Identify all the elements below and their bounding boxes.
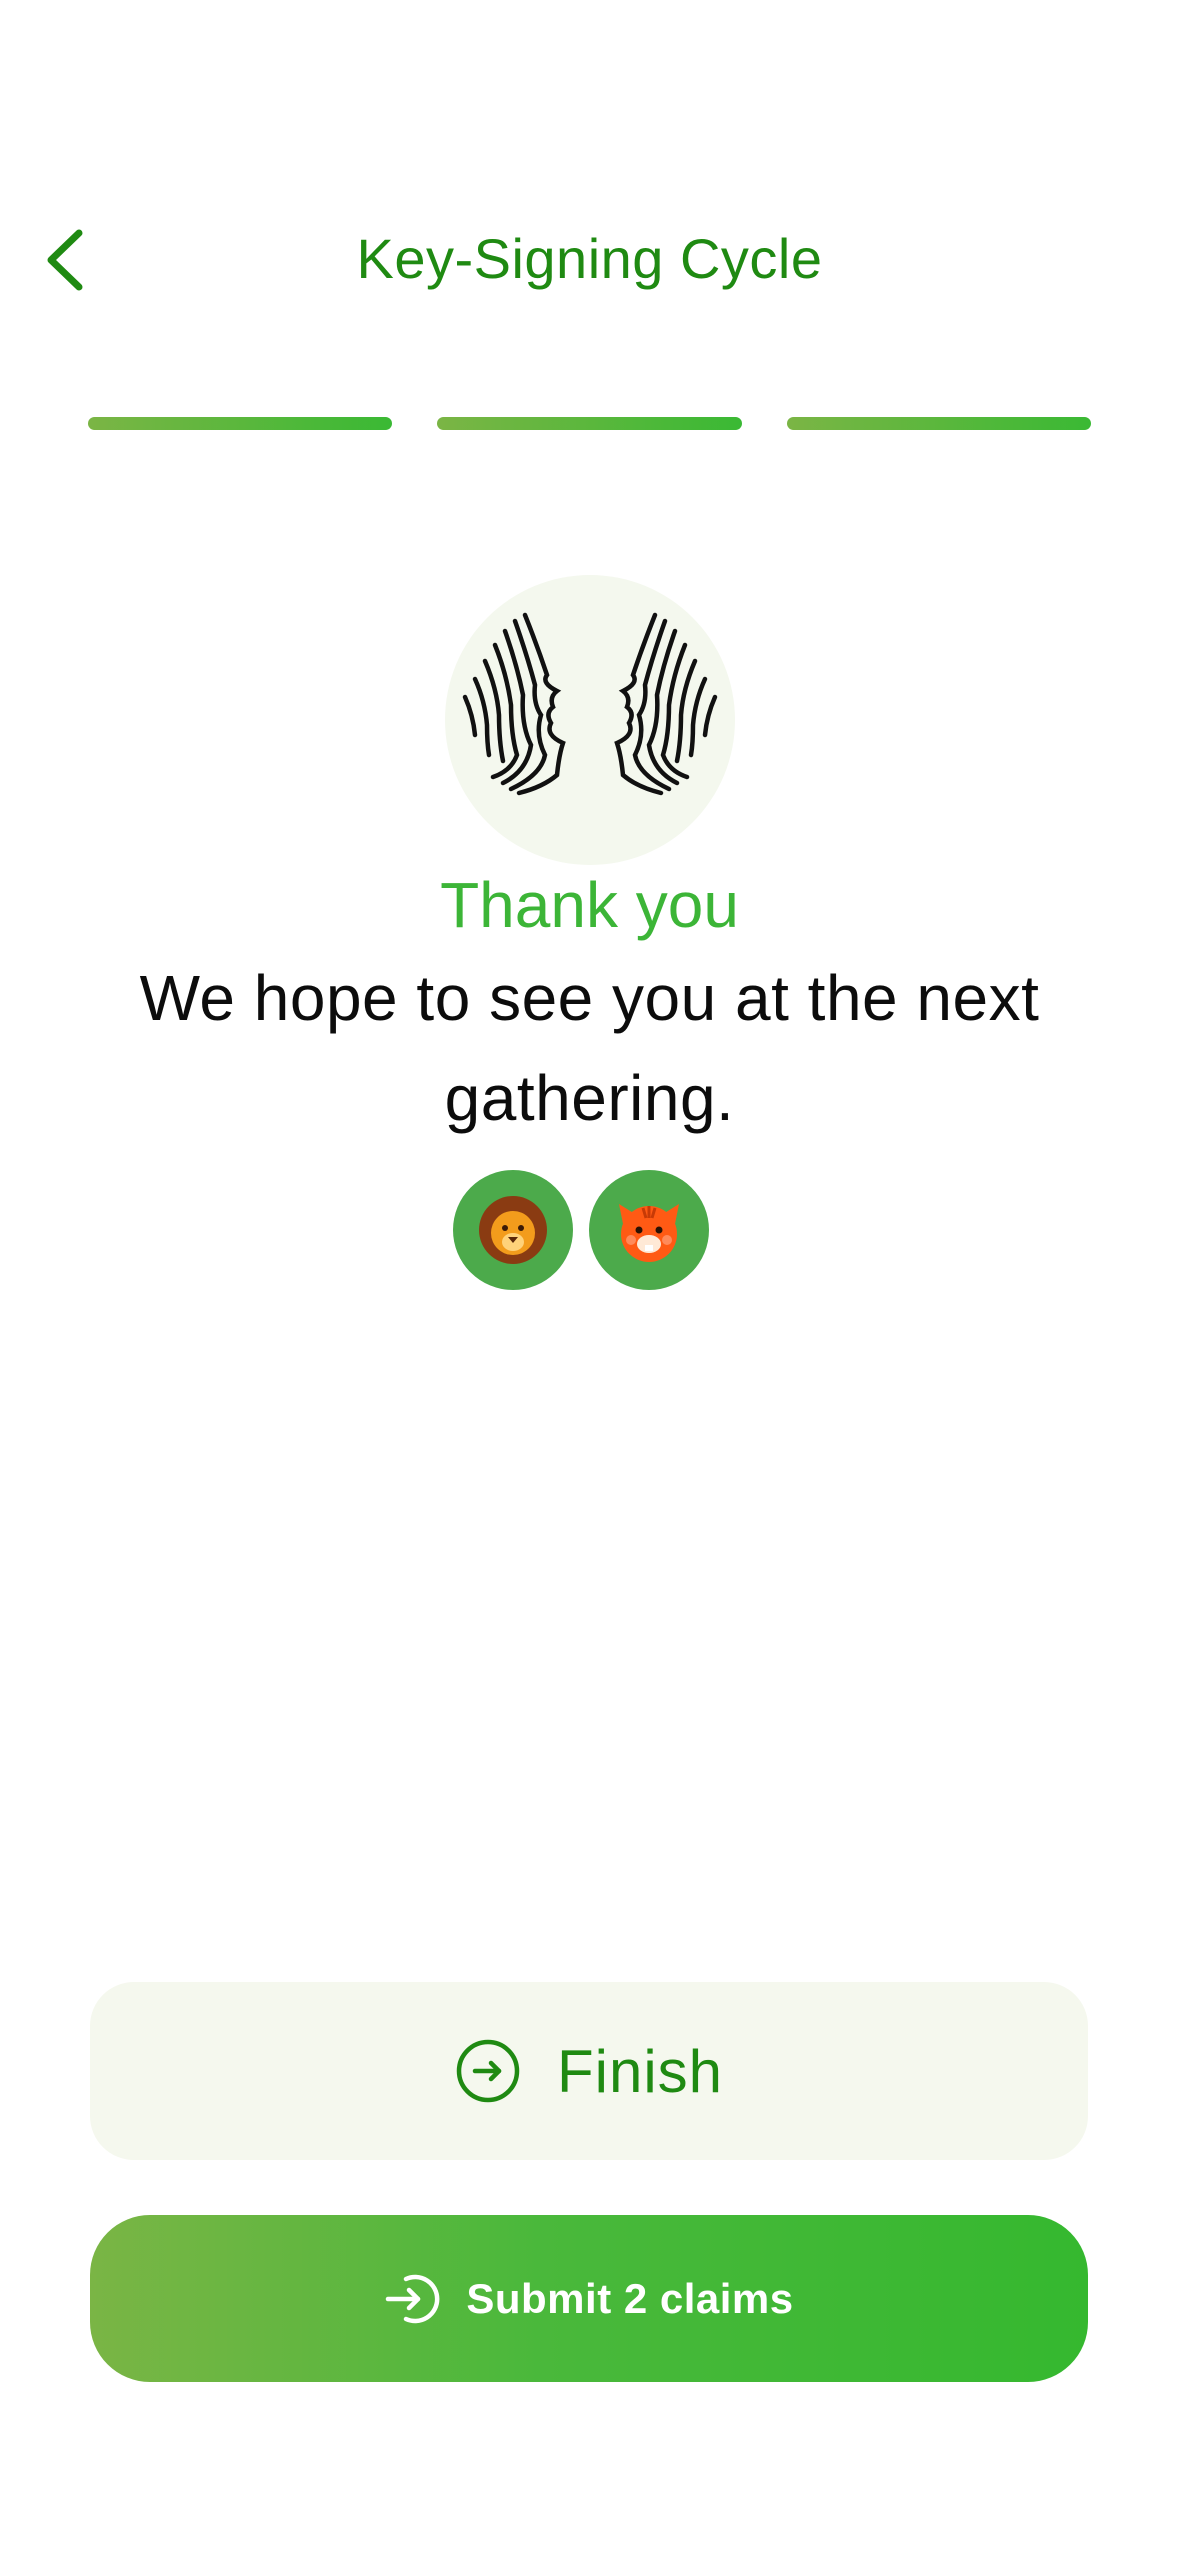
login-arrow-icon — [386, 2274, 440, 2323]
finish-label: Finish — [556, 2037, 724, 2105]
faces-illustration — [445, 575, 735, 865]
tiger-icon — [619, 1204, 679, 1262]
lion-avatar — [453, 1170, 573, 1290]
thank-you-title: Thank you — [440, 869, 739, 941]
tiger-avatar — [589, 1170, 709, 1290]
header: Key-Signing Cycle — [0, 180, 1179, 340]
lion-icon — [479, 1196, 547, 1264]
faces-profile-icon — [462, 612, 718, 796]
progress-step-3 — [786, 417, 1091, 430]
progress-step-2 — [437, 417, 742, 430]
arrow-right-circle-icon — [456, 2039, 520, 2103]
finish-button[interactable]: Finish — [90, 1982, 1088, 2160]
submit-claims-label: Submit 2 claims — [466, 2274, 794, 2322]
page-title: Key-Signing Cycle — [356, 227, 823, 290]
thank-you-message: We hope to see you at the next gathering… — [139, 962, 1040, 1134]
progress-steps — [88, 417, 1091, 433]
participant-avatars — [453, 1170, 709, 1290]
progress-step-1 — [88, 417, 393, 430]
submit-claims-button[interactable]: Submit 2 claims — [90, 2215, 1088, 2382]
